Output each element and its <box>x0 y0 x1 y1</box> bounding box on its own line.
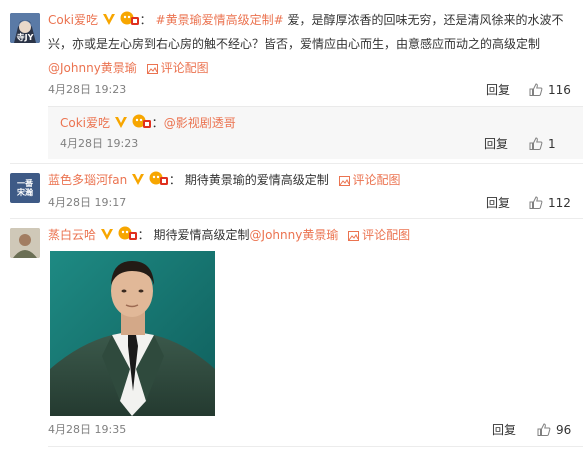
comment-image[interactable] <box>50 251 215 416</box>
comment-text: 期待黄景瑜的爱情高级定制 <box>184 173 329 187</box>
sub-reply-time: 4月28日 19:23 <box>60 137 139 150</box>
comment-pic-link[interactable]: 评论配图 <box>353 173 401 187</box>
comment-text: 期待爱情高级定制 <box>153 228 250 242</box>
username-link[interactable]: Coki爱吃 <box>48 13 98 27</box>
avatar[interactable] <box>10 228 40 258</box>
like-count: 1 <box>548 137 556 151</box>
verified-v-icon <box>114 117 127 128</box>
comment-line-1: 蒸白云哈 ： 期待爱情高级定制@Johnny黄景瑜 评论配图 <box>48 226 411 242</box>
thumbs-up-icon <box>537 423 551 436</box>
like-count: 116 <box>548 83 571 97</box>
comment-text: 爱，是醇厚浓香的回味无穷，还是清风徐来的水波不 <box>287 13 564 27</box>
man-in-suit-photo <box>50 251 215 416</box>
comment-line-3: @Johnny黄景瑜 评论配图 <box>48 59 209 77</box>
like-count: 96 <box>556 423 572 437</box>
sub-reply-line: Coki爱吃 ：@影视剧透哥 <box>60 114 236 130</box>
thumbs-up-icon <box>529 83 543 96</box>
divider <box>48 446 583 447</box>
comment-pic-link[interactable]: 评论配图 <box>161 61 209 75</box>
comment-line-1: 蓝色多瑙河fan ： 期待黄景瑜的爱情高级定制 评论配图 <box>48 171 401 187</box>
vip-badge-icon <box>149 171 168 185</box>
username-link[interactable]: 蒸白云哈 <box>48 228 96 242</box>
verified-v-icon <box>102 14 115 25</box>
like-button[interactable]: 116 <box>529 82 571 98</box>
portrait-avatar-icon <box>10 228 40 258</box>
divider <box>10 218 583 219</box>
comment-line-2: 兴，亦或是左心房到右心房的触不经心？皆否，爱情应由心而生，由意感应而动之的高级定… <box>48 35 540 53</box>
reply-button[interactable]: 回复 <box>484 136 508 152</box>
mention-link[interactable]: @Johnny黄景瑜 <box>48 61 137 75</box>
verified-v-icon <box>132 174 145 185</box>
vip-badge-icon <box>120 11 139 25</box>
hashtag-link[interactable]: #黄景瑜爱情高级定制# <box>156 13 284 27</box>
comment-time: 4月28日 19:35 <box>48 423 127 436</box>
like-button[interactable]: 1 <box>529 136 556 152</box>
like-button[interactable]: 112 <box>529 195 571 211</box>
thumbs-up-icon <box>529 196 543 209</box>
svg-text:寺JY: 寺JY <box>17 32 34 42</box>
vip-badge-icon <box>132 114 151 128</box>
avatar-text: 一番宋瀚 <box>17 179 33 197</box>
comment-line-1: Coki爱吃 ： #黄景瑜爱情高级定制# 爱，是醇厚浓香的回味无穷，还是清风徐来… <box>48 11 564 27</box>
reply-button[interactable]: 回复 <box>492 422 516 438</box>
mention-link[interactable]: @Johnny黄景瑜 <box>250 228 339 242</box>
vip-badge-icon <box>118 226 137 240</box>
image-icon <box>348 231 360 241</box>
like-button[interactable]: 96 <box>537 422 571 438</box>
mention-link[interactable]: @影视剧透哥 <box>164 116 236 130</box>
thumbs-up-icon <box>529 137 543 150</box>
verified-v-icon <box>100 229 113 240</box>
comment-text-continued: 兴，亦或是左心房到右心房的触不经心？皆否，爱情应由心而生，由意感应而动之的高级定… <box>48 37 541 51</box>
reply-button[interactable]: 回复 <box>486 195 510 211</box>
comment-time: 4月28日 19:23 <box>48 83 127 96</box>
avatar[interactable]: 寺JY <box>10 13 40 43</box>
reply-button[interactable]: 回复 <box>486 82 510 98</box>
username-link[interactable]: 蓝色多瑙河fan <box>48 173 127 187</box>
avatar[interactable]: 一番宋瀚 <box>10 173 40 203</box>
comment-pic-link[interactable]: 评论配图 <box>362 228 410 242</box>
username-link[interactable]: Coki爱吃 <box>60 116 110 130</box>
like-count: 112 <box>548 196 571 210</box>
image-icon <box>146 64 158 74</box>
divider <box>10 163 583 164</box>
image-icon <box>338 176 350 186</box>
anime-avatar-icon: 寺JY <box>10 13 40 43</box>
comment-time: 4月28日 19:17 <box>48 196 127 209</box>
